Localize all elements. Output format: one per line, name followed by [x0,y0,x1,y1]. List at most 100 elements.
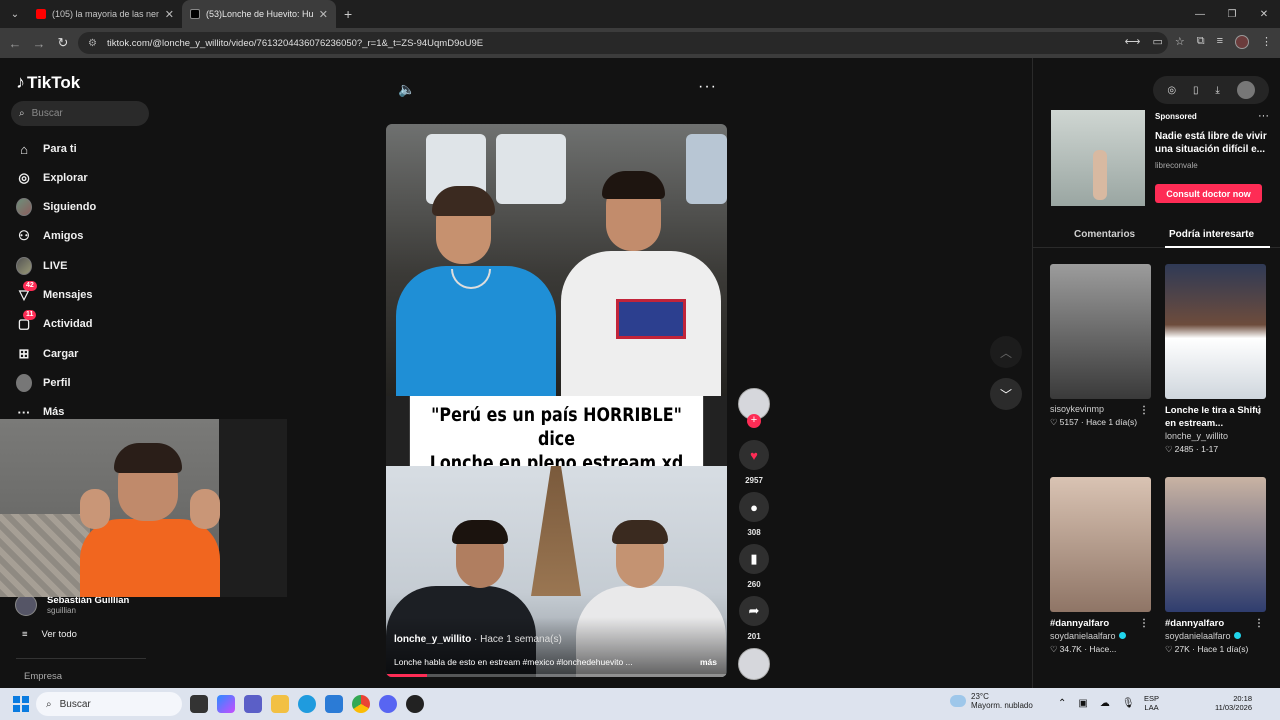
video-frame-bottom [386,466,727,677]
forward-icon[interactable]: → [27,31,51,55]
reload-icon[interactable]: ↻ [51,31,75,55]
sponsored-label: Sponsored [1155,112,1197,121]
video-thumbnail[interactable] [1050,264,1151,399]
sidebar-item-mensajes[interactable]: ▽ 42 Mensajes [16,281,93,305]
bookmark-icon[interactable]: ▮ [739,544,769,574]
card-caption: #dannyalfaro ⋮ [1050,617,1151,630]
compass-icon[interactable]: ◎ [1167,85,1176,96]
menu-kebab-icon[interactable]: ⋮ [1261,35,1272,49]
video-more-icon[interactable]: ··· [698,78,717,96]
cast-icon[interactable]: ▭ [1152,35,1162,49]
site-info-icon[interactable]: ⚙ [88,38,97,49]
teams-icon[interactable] [244,695,262,713]
taskbar-apps [190,695,424,713]
more-link[interactable]: más [700,657,717,667]
store-icon[interactable] [325,695,343,713]
sidebar-item-live[interactable]: LIVE [16,256,67,276]
tray-app-icon[interactable]: ▣ [1078,698,1087,709]
sponsored-ad[interactable]: Sponsored ··· Nadie está libre de vivir … [1051,110,1269,206]
card-user[interactable]: soydanielaalfaro [1050,631,1151,641]
video-thumbnail[interactable] [1050,477,1151,612]
restore-icon[interactable]: ❐ [1216,0,1248,28]
video-thumbnail[interactable] [1165,477,1266,612]
suggested-video-card[interactable]: #dannyalfaro ⋮ soydanielaalfaro ♡ 27K · Ha… [1165,477,1266,655]
windows-taskbar: ⌕ Buscar 23°C Mayorm. nublado ⌃ ▣ ☁ 🎙 ES… [0,688,1280,720]
chevron-up-icon[interactable]: ⌃ [1058,698,1066,709]
close-tab-icon[interactable]: ✕ [165,8,174,21]
sidebar-item-siguiendo[interactable]: Siguiendo [16,197,96,217]
browser-tab-tiktok[interactable]: (53)Lonche de Huevito: Humor ✕ [182,0,336,28]
previous-video-chevron-up-icon[interactable]: ︿ [990,336,1022,368]
file-explorer-icon[interactable] [271,695,289,713]
card-user[interactable]: soydanielaalfaro [1165,631,1266,641]
media-icon[interactable]: ≡ [1217,35,1223,49]
card-user[interactable]: lonche_y_willito [1165,431,1266,441]
video-player[interactable]: "Perú es un país HORRIBLE" dice Lonche e… [386,124,727,677]
microphone-icon[interactable]: 🎙 [1122,698,1135,709]
close-tab-icon[interactable]: ✕ [319,8,328,21]
taskbar-clock[interactable]: 20:18 11/03/2026 [1206,694,1252,712]
back-icon[interactable]: ← [3,31,27,55]
tab-comentarios[interactable]: Comentarios [1074,229,1135,240]
ad-cta-button[interactable]: Consult doctor now [1155,184,1262,203]
browser-tab-youtube[interactable]: (105) la mayoria de las nena lin ✕ [28,0,182,28]
sound-avatar[interactable] [738,648,770,680]
sidebar-item-amigos[interactable]: ⚇ Amigos [16,226,83,246]
see-all-link[interactable]: ≡ Ver todo [22,629,77,640]
sidebar-item-label: Siguiendo [43,201,97,213]
share-icon[interactable]: ➦ [739,596,769,626]
suggested-video-card[interactable]: Lonche le tira a Shifu en estream... ⋮ lo… [1165,264,1266,455]
video-progress-bar[interactable] [386,674,727,677]
follow-plus-icon[interactable]: + [747,414,761,428]
minimize-icon[interactable]: — [1184,0,1216,28]
next-video-chevron-down-icon[interactable]: ﹀ [990,378,1022,410]
close-window-icon[interactable]: ✕ [1248,0,1280,28]
edge-icon[interactable] [298,695,316,713]
copilot-icon[interactable] [217,695,235,713]
sidebar-item-explorar[interactable]: ◎ Explorar [16,168,87,188]
profile-avatar[interactable] [1235,35,1249,49]
suggested-video-card[interactable]: ⋮ sisoykevinmp ♡ 5157 · Hace 1 día(s) [1050,264,1151,428]
following-account[interactable]: Sebastián Guillian sguillian [15,594,129,616]
download-icon[interactable]: ⤓ [1215,85,1219,96]
obs-icon[interactable] [406,695,424,713]
card-more-icon[interactable]: ⋮ [1254,617,1264,630]
caption-text: #dannyalfaro [1050,618,1110,629]
onedrive-icon[interactable]: ☁ [1100,698,1110,709]
sidebar-item-perfil[interactable]: Perfil [16,373,71,393]
card-user[interactable]: sisoykevinmp [1050,404,1151,414]
search-input[interactable]: ⌕ Buscar [11,101,149,126]
volume-icon[interactable]: 🔈 [398,81,415,98]
suggested-video-card[interactable]: #dannyalfaro ⋮ soydanielaalfaro ♡ 34.7K · … [1050,477,1151,655]
address-bar[interactable]: ⚙ tiktok.com/@lonche_y_willito/video/761… [78,32,1168,54]
tab-podria-interesarte[interactable]: Podría interesarte [1169,229,1254,240]
translate-icon[interactable]: ⟷ [1125,35,1141,49]
like-heart-icon[interactable]: ♥ [739,440,769,470]
ad-more-icon[interactable]: ··· [1258,110,1269,122]
video-author[interactable]: lonche_y_willito · Hace 1 semana(s) [394,634,562,645]
comment-icon[interactable]: ● [739,492,769,522]
device-icon[interactable]: ▯ [1193,85,1199,96]
tiktok-logo[interactable]: ♪ TikTok [16,72,80,93]
task-view-icon[interactable] [190,695,208,713]
ad-thumbnail[interactable] [1051,110,1145,206]
video-thumbnail[interactable] [1165,264,1266,399]
card-more-icon[interactable]: ⋮ [1254,404,1264,417]
avatar[interactable] [1236,81,1255,99]
weather-widget[interactable]: 23°C Mayorm. nublado [950,692,1033,710]
sidebar-item-actividad[interactable]: ▢ 11 Actividad [16,310,93,334]
footer-link-empresa[interactable]: Empresa [24,671,62,682]
tab-search-button[interactable]: ⌄ [2,4,28,24]
extensions-icon[interactable]: ⧉ [1197,35,1205,49]
language-indicator[interactable]: ESP LAA [1144,694,1159,712]
sidebar-item-cargar[interactable]: ⊞ Cargar [16,344,79,364]
sidebar-item-para-ti[interactable]: ⌂ Para ti [16,139,77,159]
card-more-icon[interactable]: ⋮ [1139,617,1149,630]
card-more-icon[interactable]: ⋮ [1139,404,1149,417]
discord-icon[interactable] [379,695,397,713]
taskbar-search[interactable]: ⌕ Buscar [36,692,182,716]
chrome-icon[interactable] [352,695,370,713]
windows-start-icon[interactable] [13,696,29,712]
new-tab-button[interactable]: + [344,6,352,22]
bookmark-star-icon[interactable]: ☆ [1175,35,1185,49]
